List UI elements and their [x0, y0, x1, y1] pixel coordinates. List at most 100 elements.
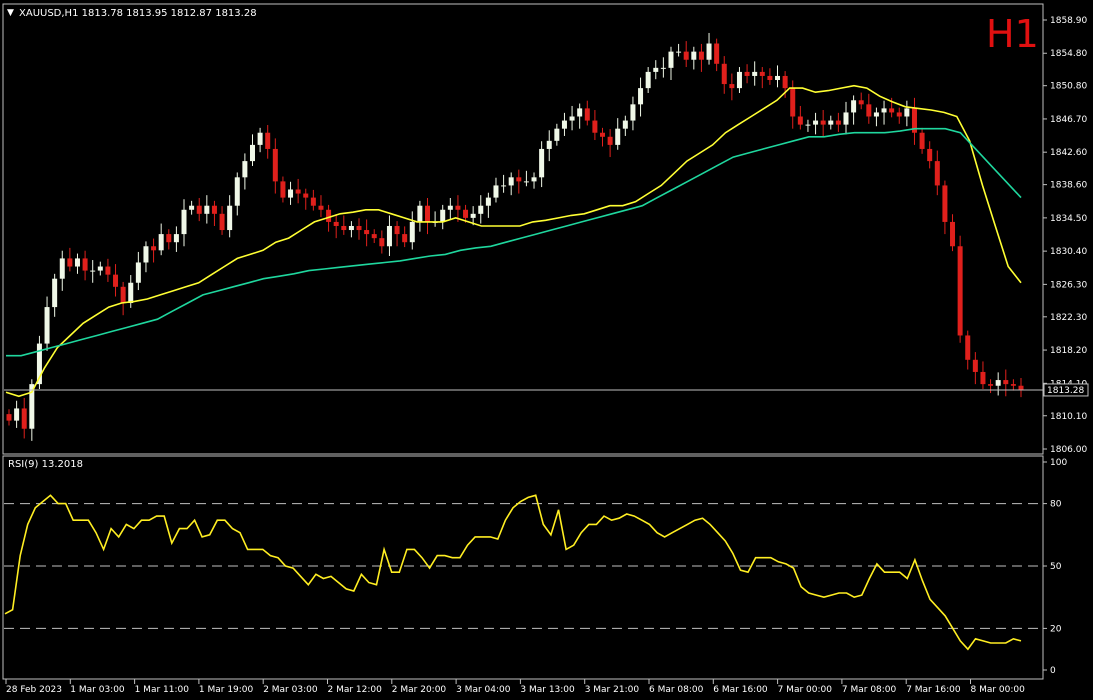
candle-body: [714, 43, 720, 64]
candle-body: [881, 108, 887, 113]
current-price-label: 1813.28: [1047, 386, 1084, 396]
candle-body: [896, 112, 902, 117]
candle-body: [424, 205, 430, 222]
candle-body: [919, 132, 925, 149]
time-tick-label: 1 Mar 11:00: [135, 685, 190, 695]
candle-body: [736, 71, 742, 89]
candle-body: [371, 234, 377, 239]
rsi-line: [4, 494, 1022, 651]
rsi-tick-label: 0: [1050, 666, 1056, 676]
candle-body: [470, 213, 476, 218]
candle-body: [82, 258, 88, 271]
candle-body: [44, 307, 50, 344]
candle-body: [698, 51, 704, 60]
candle-body: [759, 71, 765, 76]
candle-body: [204, 205, 210, 214]
candle-body: [318, 205, 324, 210]
rsi-tick-label: 80: [1050, 500, 1062, 510]
price-tick-label: 1822.30: [1050, 313, 1087, 323]
candle-body: [21, 408, 27, 429]
candle-body: [249, 144, 255, 162]
candle-body: [196, 205, 202, 214]
candle-body: [965, 335, 971, 360]
candle-body: [805, 124, 811, 126]
moving-averages: [5, 84, 1022, 398]
time-tick-label: 2 Mar 12:00: [328, 685, 383, 695]
time-tick-label: 6 Mar 08:00: [649, 685, 704, 695]
rsi-panel-frame: [2, 455, 1044, 680]
candle-body: [478, 205, 484, 214]
candle-body: [508, 177, 514, 186]
candle-body: [813, 120, 819, 125]
candle-body: [630, 104, 636, 121]
candle-body: [683, 51, 689, 60]
candle-body: [173, 234, 179, 243]
price-tick-label: 1846.70: [1050, 115, 1087, 125]
candle-body: [6, 414, 12, 421]
time-tick-label: 2 Mar 03:00: [263, 685, 318, 695]
candle-body: [303, 193, 309, 198]
time-tick-label: 6 Mar 16:00: [713, 685, 768, 695]
candle-body: [463, 209, 469, 218]
candle-body: [622, 120, 628, 129]
candle-body: [189, 205, 195, 210]
candle-body: [782, 75, 788, 89]
candle-body: [1003, 380, 1009, 385]
rsi-tick-label: 100: [1050, 458, 1067, 468]
candle-body: [394, 225, 400, 235]
candle-body: [942, 185, 948, 222]
candle-body: [227, 205, 233, 231]
price-tick-label: 1818.20: [1050, 346, 1087, 356]
candle-body: [843, 112, 849, 125]
candle-body: [356, 225, 362, 231]
candle-body: [972, 359, 978, 372]
candle-body: [151, 246, 157, 251]
candle-body: [74, 258, 80, 267]
candle-body: [592, 120, 598, 133]
candle-body: [166, 234, 172, 243]
candle-body: [752, 71, 758, 76]
candle-body: [386, 225, 392, 247]
candle-body: [59, 258, 65, 279]
candle-body: [417, 205, 423, 222]
candle-body: [660, 67, 666, 69]
candle-body: [333, 221, 339, 226]
symbol-dropdown-icon[interactable]: ▼: [7, 8, 14, 18]
time-tick-label: 7 Mar 00:00: [778, 685, 833, 695]
rsi-tick-label: 20: [1050, 624, 1062, 634]
candle-body: [288, 189, 294, 198]
candle-body: [904, 108, 910, 117]
candle-body: [995, 380, 1001, 386]
candle-body: [341, 225, 347, 231]
candle-body: [14, 408, 20, 421]
price-panel-frame: [2, 3, 1044, 455]
candle-body: [516, 177, 522, 182]
price-tick-label: 1838.60: [1050, 181, 1087, 191]
candle-body: [402, 234, 408, 243]
timeframe-badge: H1: [986, 12, 1039, 56]
time-tick-label: 1 Mar 19:00: [199, 685, 254, 695]
candle-body: [501, 185, 507, 187]
candle-body: [980, 371, 986, 385]
candle-body: [600, 132, 606, 137]
price-tick-label: 1850.80: [1050, 82, 1087, 92]
candle-body: [706, 43, 712, 60]
candle-body: [265, 132, 271, 149]
candle-body: [447, 205, 453, 210]
time-tick-label: 3 Mar 13:00: [520, 685, 575, 695]
time-tick-label: 1 Mar 03:00: [70, 685, 125, 695]
candle-body: [957, 246, 963, 336]
candle-body: [835, 120, 841, 125]
candle-body: [653, 67, 659, 72]
candle-body: [851, 100, 857, 113]
candle-body: [219, 213, 225, 231]
candle-body: [577, 108, 583, 117]
price-tick-label: 1826.30: [1050, 280, 1087, 290]
chart-window[interactable]: ▼ XAUUSD,H1 1813.78 1813.95 1812.87 1813…: [0, 0, 1093, 700]
candle-body: [105, 266, 111, 275]
candle-body: [485, 197, 491, 206]
candle-body: [767, 75, 773, 81]
candle-body: [638, 88, 644, 105]
candle-body: [691, 51, 697, 60]
candle-body: [645, 71, 651, 89]
